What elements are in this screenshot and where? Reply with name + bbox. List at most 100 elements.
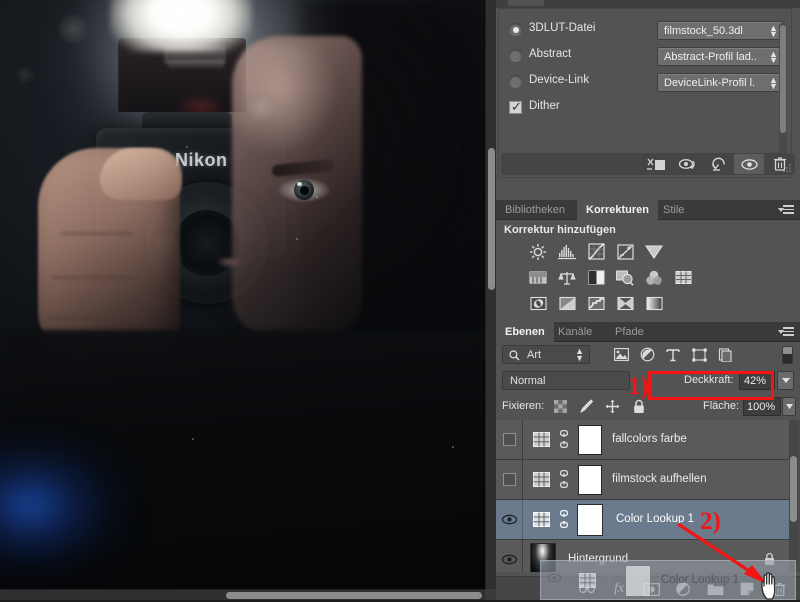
opacity-dropdown-arrow[interactable] (777, 371, 794, 390)
layer-thumbnail[interactable] (530, 543, 556, 572)
layer-mask-link-icon[interactable] (559, 430, 569, 448)
layers-panel-menu-icon[interactable] (778, 327, 794, 338)
photo-dust-1 (316, 196, 318, 198)
fill-input[interactable]: 100% (743, 397, 781, 416)
levels-icon[interactable] (557, 242, 577, 261)
dropdown-3dlut-file[interactable]: filmstock_50.3dl ▲ ▼ (657, 21, 783, 40)
toggle-visibility-icon[interactable] (734, 154, 764, 174)
new-adjustment-layer-icon[interactable] (668, 579, 698, 599)
link-layers-icon[interactable] (572, 579, 602, 599)
canvas-horizontal-scrollbar-thumb[interactable] (226, 592, 482, 599)
vibrance-icon[interactable] (644, 242, 664, 261)
tab-pfade-label: Pfade (615, 326, 644, 338)
label-abstract: Abstract (529, 48, 572, 60)
reset-icon[interactable] (704, 154, 734, 174)
annotation-step-2: 2) (700, 508, 721, 535)
lock-position-icon[interactable] (604, 398, 621, 415)
black-white-icon[interactable] (586, 268, 606, 287)
table-row[interactable]: Hintergrund (496, 540, 789, 572)
selective-color-icon[interactable] (615, 294, 635, 313)
annotation-step-1: 1) (628, 373, 649, 400)
document-canvas[interactable]: Nikon (0, 0, 496, 600)
photo-filter-icon[interactable] (615, 268, 635, 287)
curves-icon[interactable] (586, 242, 606, 261)
layer-mask-thumbnail[interactable] (578, 465, 602, 495)
table-row[interactable]: Color Lookup 1 (496, 500, 789, 540)
hue-saturation-icon[interactable] (528, 268, 548, 287)
adjustment-filter-icon[interactable] (638, 346, 656, 363)
canvas-vertical-scrollbar[interactable] (485, 0, 496, 592)
channel-mixer-icon[interactable] (644, 268, 664, 287)
fill-dropdown-arrow[interactable] (782, 397, 796, 416)
radio-abstract[interactable] (509, 49, 522, 62)
canvas-horizontal-scrollbar[interactable] (0, 589, 496, 600)
tab-pfade[interactable]: Pfade (606, 322, 653, 342)
menu-bars-icon (783, 327, 794, 338)
label-device-link: Device-Link (529, 74, 590, 86)
blend-mode-select[interactable]: Normal (502, 371, 630, 390)
radio-device-link[interactable] (509, 75, 522, 88)
table-row[interactable]: filmstock aufhellen (496, 460, 789, 500)
layer-style-fx-icon[interactable]: fx (604, 579, 634, 599)
layer-mask-link-icon[interactable] (559, 510, 569, 528)
pixel-filter-icon[interactable] (612, 346, 630, 363)
layer-name: fallcolors farbe (612, 433, 687, 445)
add-layer-mask-icon[interactable] (636, 579, 666, 599)
smartobject-filter-icon[interactable] (716, 346, 734, 363)
dropdown-abstract-profile[interactable]: Abstract-Profil lad... ▲ ▼ (657, 47, 783, 66)
tab-ebenen[interactable]: Ebenen (496, 322, 554, 342)
layer-visibility-toggle[interactable] (496, 460, 523, 499)
layer-name: Hintergrund (568, 553, 629, 565)
filter-enable-toggle[interactable] (782, 346, 793, 364)
lock-transparency-icon[interactable] (552, 398, 569, 415)
layers-scrollbar-thumb[interactable] (790, 456, 797, 522)
color-lookup-icon[interactable] (673, 268, 693, 287)
photo-dust-3 (186, 146, 188, 148)
properties-scrollbar-thumb[interactable] (780, 25, 786, 133)
type-filter-icon[interactable] (664, 346, 682, 363)
label-dither: Dither (529, 100, 560, 112)
layer-visibility-toggle[interactable] (496, 420, 523, 459)
table-row[interactable]: fallcolors farbe (496, 420, 789, 460)
dropdown-devicelink-profile-value: DeviceLink-Profil l... (664, 77, 756, 89)
layer-kind-filter-select[interactable]: Art ▲ ▼ (502, 345, 590, 364)
dropdown-devicelink-profile[interactable]: DeviceLink-Profil l... ▲ ▼ (657, 73, 783, 92)
brightness-contrast-icon[interactable] (528, 242, 548, 261)
new-layer-icon[interactable] (732, 579, 762, 599)
radio-3dlut-datei[interactable] (509, 23, 522, 36)
lock-all-icon[interactable] (630, 398, 647, 415)
color-lookup-icon (533, 512, 550, 527)
layers-scrollbar[interactable] (789, 420, 798, 572)
checkbox-dither[interactable]: ✓ (509, 100, 522, 114)
lock-image-icon[interactable] (578, 398, 595, 415)
new-group-icon[interactable] (700, 579, 730, 599)
layer-mask-link-icon[interactable] (559, 470, 569, 488)
view-previous-state-icon[interactable] (673, 154, 703, 174)
tab-korrekturen[interactable]: Korrekturen (577, 200, 658, 220)
delete-layer-icon[interactable] (764, 579, 794, 599)
layer-visibility-toggle[interactable] (496, 540, 523, 572)
exposure-icon[interactable] (615, 242, 635, 261)
clip-to-layer-icon[interactable] (641, 154, 671, 174)
layer-mask-thumbnail[interactable] (577, 504, 603, 536)
lock-icon (764, 552, 775, 566)
adjustments-icon-grid (528, 242, 693, 320)
opacity-input[interactable]: 42% (739, 371, 775, 390)
shape-filter-icon[interactable] (690, 346, 708, 363)
color-balance-icon[interactable] (557, 268, 577, 287)
invert-icon[interactable] (528, 294, 548, 313)
properties-panel-tab[interactable] (508, 0, 544, 6)
layer-mask-thumbnail[interactable] (578, 425, 602, 455)
threshold-icon[interactable] (586, 294, 606, 313)
fill-label: Fläche: (703, 400, 740, 412)
tab-bibliotheken[interactable]: Bibliotheken (496, 200, 574, 220)
tab-kanaele[interactable]: Kanäle (549, 322, 601, 342)
posterize-icon[interactable] (557, 294, 577, 313)
layer-visibility-toggle[interactable] (496, 500, 523, 539)
panel-resize-grip[interactable] (781, 162, 793, 174)
gradient-map-icon[interactable] (644, 294, 664, 313)
tab-stile[interactable]: Stile (654, 200, 693, 220)
canvas-vertical-scrollbar-thumb[interactable] (488, 148, 495, 290)
adjustments-title: Korrektur hinzufügen (504, 224, 616, 236)
adjustments-panel-menu-icon[interactable] (778, 205, 794, 216)
